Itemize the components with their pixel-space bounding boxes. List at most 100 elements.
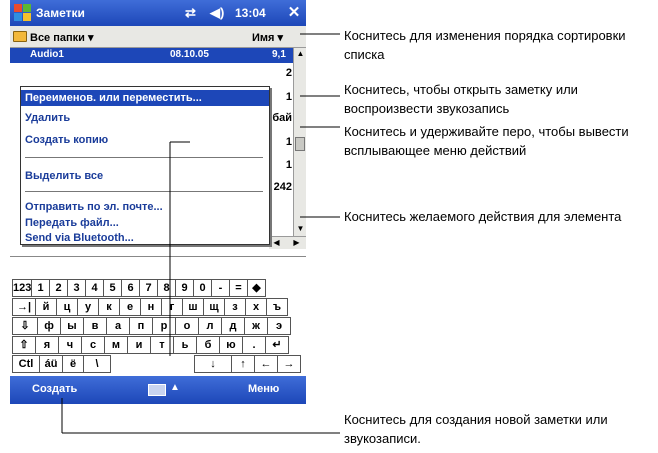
keyboard-key[interactable]: э	[267, 317, 291, 335]
keyboard-key[interactable]: т	[150, 336, 174, 354]
folder-dropdown[interactable]: Все папки ▾	[30, 31, 94, 44]
keyboard-key[interactable]: 1	[31, 279, 50, 297]
keyboard-key[interactable]: ж	[244, 317, 268, 335]
keyboard-key[interactable]: в	[83, 317, 107, 335]
keyboard-key[interactable]: 3	[67, 279, 86, 297]
keyboard-key[interactable]: ↑	[231, 355, 255, 373]
keyboard-key[interactable]: к	[98, 298, 120, 316]
keyboard-key[interactable]: у	[77, 298, 99, 316]
keyboard-key[interactable]: →	[277, 355, 301, 373]
scroll-up-icon[interactable]: ▲	[295, 49, 306, 60]
keyboard-key[interactable]: ё	[62, 355, 84, 373]
keyboard-key[interactable]: ч	[58, 336, 82, 354]
bottom-menu-bar: Создать ▲ Меню	[10, 376, 306, 404]
vertical-scrollbar[interactable]: ▲ ▼	[293, 48, 306, 236]
keyboard-key[interactable]: ↓	[194, 355, 232, 373]
keyboard-key[interactable]: -	[211, 279, 230, 297]
horizontal-scrollbar[interactable]: ◀ ▶	[269, 236, 306, 249]
keyboard-key[interactable]: 5	[103, 279, 122, 297]
close-icon[interactable]: ✕	[285, 3, 303, 21]
keyboard-row: →| й ц у к е н г ш щ з х ъ	[10, 298, 306, 317]
keyboard-key[interactable]: \	[83, 355, 111, 373]
scroll-left-icon[interactable]: ◀	[271, 238, 282, 249]
keyboard-key[interactable]: з	[224, 298, 246, 316]
keyboard-key[interactable]: ⇩	[12, 317, 38, 335]
note-size[interactable]: 242	[272, 181, 292, 193]
keyboard-key[interactable]: Ctl	[12, 355, 40, 373]
keyboard-key[interactable]: е	[119, 298, 141, 316]
keyboard-key[interactable]: г	[161, 298, 183, 316]
callout-sort: Коснитесь для изменения порядка сортиров…	[344, 28, 626, 62]
keyboard-key[interactable]: ш	[182, 298, 204, 316]
keyboard-key[interactable]: ю	[219, 336, 243, 354]
keyboard-key[interactable]: ↵	[265, 336, 289, 354]
keyboard-key[interactable]: .	[242, 336, 266, 354]
menu-item-delete[interactable]: Удалить	[21, 110, 269, 126]
menu-item-beam[interactable]: Передать файл...	[21, 215, 269, 231]
keyboard-key[interactable]: áü	[39, 355, 63, 373]
keyboard-key[interactable]: 8	[157, 279, 176, 297]
keyboard-key[interactable]: =	[229, 279, 248, 297]
keyboard-key[interactable]: а	[106, 317, 130, 335]
keyboard-key[interactable]: ц	[56, 298, 78, 316]
keyboard-key[interactable]: щ	[203, 298, 225, 316]
menu-item-rename[interactable]: Переименов. или переместить...	[21, 90, 269, 106]
scroll-down-icon[interactable]: ▼	[295, 224, 306, 235]
note-size[interactable]: 1	[272, 91, 292, 103]
keyboard-key[interactable]: я	[35, 336, 59, 354]
keyboard-key[interactable]: с	[81, 336, 105, 354]
menu-button[interactable]: Меню	[248, 383, 279, 395]
soft-keyboard: 123 1 2 3 4 5 6 7 8 9 0- = ◆ →| й ц у к е н г ш щ з х ъ ⇩ ф ы в а п р о…	[10, 256, 306, 376]
input-selector-arrow-icon[interactable]: ▲	[170, 382, 180, 393]
keyboard-key[interactable]: ◆	[247, 279, 266, 297]
note-size[interactable]: бай	[272, 112, 292, 124]
keyboard-key[interactable]: л	[198, 317, 222, 335]
keyboard-key[interactable]: б	[196, 336, 220, 354]
note-size[interactable]: 1	[272, 159, 292, 171]
keyboard-key[interactable]: н	[140, 298, 162, 316]
keyboard-key[interactable]: 2	[49, 279, 68, 297]
keyboard-key[interactable]: д	[221, 317, 245, 335]
keyboard-key[interactable]: р	[152, 317, 176, 335]
keyboard-key[interactable]: ←	[254, 355, 278, 373]
keyboard-key[interactable]: ь	[173, 336, 197, 354]
volume-icon[interactable]: ◀)	[210, 5, 224, 21]
keyboard-key[interactable]: п	[129, 317, 153, 335]
keyboard-key[interactable]: 0	[193, 279, 212, 297]
start-flag-icon[interactable]	[14, 4, 32, 22]
connectivity-icon[interactable]: ⇄	[185, 5, 196, 21]
note-size[interactable]: 1	[272, 136, 292, 148]
keyboard-key[interactable]: х	[245, 298, 267, 316]
clock[interactable]: 13:04	[235, 6, 266, 20]
menu-item-bluetooth[interactable]: Send via Bluetooth...	[21, 230, 269, 246]
callout-hold: Коснитесь и удерживайте перо, чтобы выве…	[344, 124, 629, 158]
menu-item-copy[interactable]: Создать копию	[21, 132, 269, 148]
note-date: 08.10.05	[170, 49, 209, 60]
keyboard-key[interactable]: 9	[175, 279, 194, 297]
folder-icon	[13, 31, 27, 42]
scroll-right-icon[interactable]: ▶	[291, 238, 302, 249]
keyboard-key[interactable]: ф	[37, 317, 61, 335]
keyboard-key[interactable]: ⇧	[12, 336, 36, 354]
sort-dropdown[interactable]: Имя ▾	[252, 31, 283, 44]
scroll-thumb[interactable]	[295, 137, 305, 151]
menu-item-email[interactable]: Отправить по эл. почте...	[21, 199, 269, 215]
keyboard-key[interactable]: о	[175, 317, 199, 335]
new-button[interactable]: Создать	[32, 383, 77, 395]
keyboard-key[interactable]: ы	[60, 317, 84, 335]
keyboard-key[interactable]: 123	[12, 279, 32, 297]
note-size[interactable]: 2	[272, 67, 292, 79]
keyboard-key[interactable]: 6	[121, 279, 140, 297]
keyboard-key[interactable]: й	[35, 298, 57, 316]
callout-action: Коснитесь желаемого действия для элемент…	[344, 209, 622, 224]
keyboard-key[interactable]: 7	[139, 279, 158, 297]
list-item[interactable]: Audio1 08.10.05 9,1	[10, 48, 293, 63]
callout-create: Коснитесь для создания новой заметки или…	[344, 412, 608, 446]
keyboard-key[interactable]: 4	[85, 279, 104, 297]
keyboard-key[interactable]: ъ	[266, 298, 288, 316]
menu-item-select-all[interactable]: Выделить все	[21, 168, 269, 184]
keyboard-key[interactable]: и	[127, 336, 151, 354]
keyboard-key[interactable]: м	[104, 336, 128, 354]
keyboard-icon[interactable]	[148, 384, 166, 396]
keyboard-key[interactable]: →|	[12, 298, 36, 316]
